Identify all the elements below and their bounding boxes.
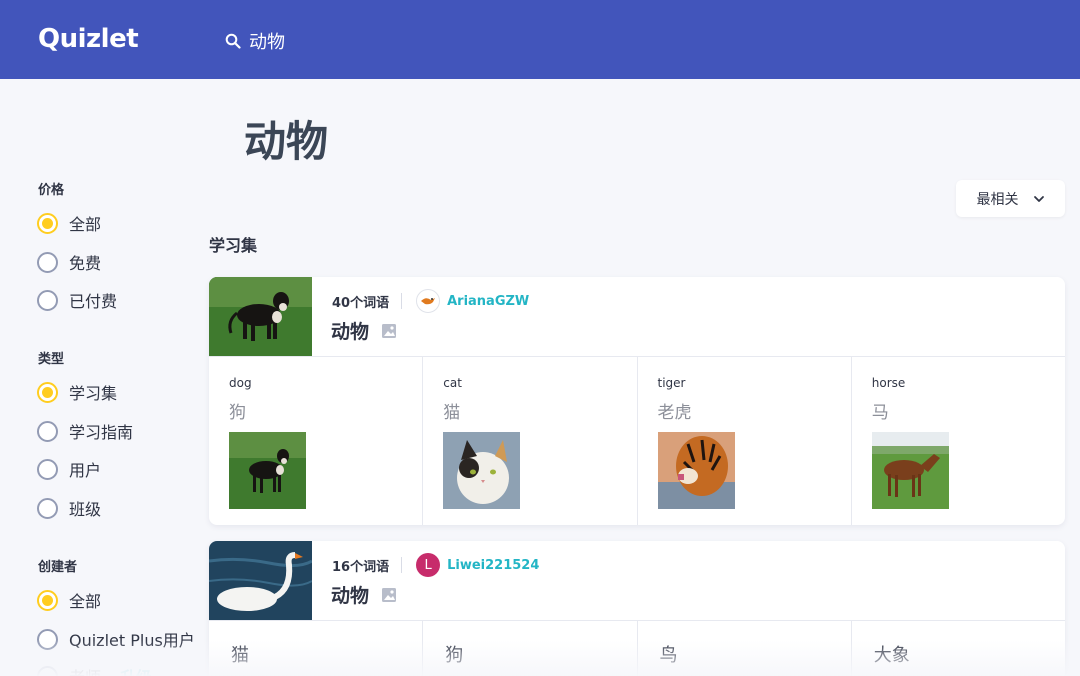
term-word: dog [229,376,252,390]
radio[interactable] [37,665,58,676]
term-cell[interactable]: 大象 [852,621,1065,676]
radio-selected[interactable] [37,381,58,403]
filter-group-price-label: 价格 [38,183,65,198]
divider [401,293,403,309]
term-cell[interactable]: horse 马 [852,357,1065,525]
filter-type-study-guides[interactable]: 学习指南 [37,420,133,442]
radio[interactable] [37,458,58,480]
sort-dropdown[interactable]: 最相关 [956,180,1065,217]
term-cell[interactable]: tiger 老虎 [638,357,852,525]
term-preview-row: 猫 狗 鸟 大象 [209,621,1065,676]
quizlet-logo[interactable]: Quizlet [38,24,139,54]
filter-creator-plus[interactable]: Quizlet Plus用户 [37,628,195,650]
term-image-horse [871,432,949,509]
term-definition: 老虎 [657,403,692,423]
divider [401,557,403,573]
set-title-text: 动物 [331,585,370,607]
set-title-text: 动物 [331,321,370,343]
image-icon [382,323,397,338]
user-avatar[interactable]: L [416,553,441,577]
option-label: Quizlet Plus用户 [69,631,195,650]
search-icon [225,33,241,49]
term-image-tiger [657,432,735,509]
term-image-cat [443,432,521,509]
filter-creator-all[interactable]: 全部 [37,589,101,611]
term-word: tiger [657,376,686,390]
option-label: 全部 [69,215,102,234]
option-label: 老师 [69,664,101,676]
user-avatar[interactable] [416,289,441,313]
top-nav-bar: Quizlet 动物 [0,0,1080,79]
set-meta: 16个词语 L Liwei221524 [332,553,539,577]
radio[interactable] [37,420,58,442]
term-definition: 狗 [229,403,246,423]
filter-creator-teacher[interactable]: 老师 升级 [37,665,152,676]
filter-type-users[interactable]: 用户 [37,458,101,480]
chevron-down-icon [1033,195,1044,202]
option-label: 用户 [69,461,102,480]
set-title[interactable]: 动物 [331,317,397,344]
option-label: 免费 [69,254,102,273]
sort-label: 最相关 [976,191,1019,208]
term-definition: 马 [871,403,889,423]
radio[interactable] [37,497,58,519]
page-title: 动物 [244,117,329,166]
option-label: 学习集 [69,384,118,403]
set-thumbnail-swan [209,541,312,620]
option-label: 班级 [69,500,102,519]
radio[interactable] [37,251,58,273]
term-word: 大象 [873,645,910,666]
term-preview-row: dog 狗 cat 猫 tiger 老虎 horse 马 [209,357,1065,525]
study-set-header[interactable]: 16个词语 L Liwei221524 动物 [209,541,1065,621]
term-word: 狗 [445,645,464,666]
filter-price-paid[interactable]: 已付费 [37,289,117,311]
term-image-dog [229,432,306,509]
term-word: 鸟 [659,645,678,666]
option-label: 学习指南 [69,423,134,442]
filter-type-classes[interactable]: 班级 [37,497,101,519]
term-definition: 猫 [443,403,461,423]
upgrade-badge[interactable]: 升级 [120,664,152,676]
radio[interactable] [37,628,58,650]
option-label: 已付费 [69,292,118,311]
username-link[interactable]: Liwei221524 [447,558,539,573]
term-cell[interactable]: 猫 [209,621,424,676]
filter-group-creator-label: 创建者 [38,560,78,575]
set-thumbnail-dog [209,277,312,356]
filter-group-type-label: 类型 [38,352,65,367]
term-cell[interactable]: 狗 [423,621,638,676]
search-bar[interactable]: 动物 [225,28,285,54]
study-set-card[interactable]: 40个词语 ArianaGZW 动物 dog 狗 cat 猫 tiger 老虎 … [209,277,1065,525]
option-label: 全部 [69,592,102,611]
radio-selected[interactable] [37,212,58,234]
filter-price-free[interactable]: 免费 [37,251,101,273]
study-set-card[interactable]: 16个词语 L Liwei221524 动物 猫 狗 鸟 大象 [209,541,1065,676]
search-input[interactable]: 动物 [249,28,285,54]
radio[interactable] [37,289,58,311]
filter-type-study-sets[interactable]: 学习集 [37,381,117,403]
set-meta: 40个词语 ArianaGZW [332,289,529,313]
set-title[interactable]: 动物 [331,581,397,608]
term-cell[interactable]: 鸟 [638,621,852,676]
term-cell[interactable]: cat 猫 [423,357,638,525]
filter-price-all[interactable]: 全部 [37,212,101,234]
term-cell[interactable]: dog 狗 [209,357,424,525]
section-title-study-sets: 学习集 [209,236,258,255]
term-count: 40个词语 [332,295,390,311]
username-link[interactable]: ArianaGZW [447,294,529,309]
term-word: cat [443,376,462,390]
filter-sidebar: 价格 全部 免费 已付费 类型 学习集 学习指南 用户 班级 创建者 全部 Qu… [0,79,200,676]
term-count: 16个词语 [332,559,390,575]
study-set-header[interactable]: 40个词语 ArianaGZW 动物 [209,277,1065,357]
term-word: 猫 [231,645,249,666]
radio-selected[interactable] [37,589,58,611]
image-icon [382,587,397,602]
term-word: horse [871,376,906,390]
